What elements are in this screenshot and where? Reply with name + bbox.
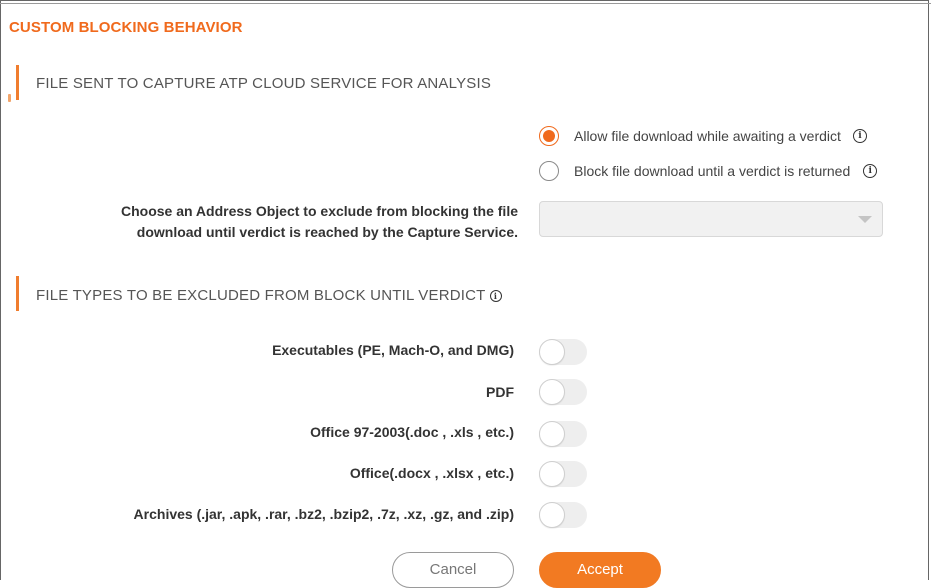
radio-block-download-label: Block file download until a verdict is r…: [574, 163, 851, 179]
toggle-pdf[interactable]: [539, 379, 587, 405]
toggle-office-legacy[interactable]: [539, 421, 587, 447]
section-marker: [8, 94, 11, 102]
info-icon[interactable]: i: [852, 129, 867, 143]
section-accent-bar: [16, 276, 19, 311]
radio-allow-download-label: Allow file download while awaiting a ver…: [574, 128, 841, 144]
frame-divider: [0, 3, 931, 4]
radio-allow-download-button[interactable]: [539, 126, 559, 146]
file-type-label-executables: Executables (PE, Mach-O, and DMG): [272, 342, 514, 358]
chevron-down-icon: [858, 216, 872, 223]
toggle-knob: [539, 421, 565, 447]
radio-block-download-button[interactable]: [539, 161, 559, 181]
file-type-label-office-legacy: Office 97-2003(.doc , .xls , etc.): [310, 424, 514, 440]
section-title-exclusions: FILE TYPES TO BE EXCLUDED FROM BLOCK UNT…: [36, 287, 502, 304]
radio-block-download[interactable]: Block file download until a verdict is r…: [539, 159, 878, 183]
address-object-select[interactable]: [539, 201, 883, 237]
toggle-knob: [539, 461, 565, 487]
info-icon[interactable]: i: [863, 164, 878, 178]
toggle-knob: [539, 339, 565, 365]
info-icon[interactable]: i: [489, 289, 502, 302]
cancel-button[interactable]: Cancel: [392, 552, 514, 588]
section-accent-bar: [16, 65, 19, 100]
page-title: CUSTOM BLOCKING BEHAVIOR: [9, 19, 243, 36]
toggle-executables[interactable]: [539, 339, 587, 365]
file-type-label-office: Office(.docx , .xlsx , etc.): [349, 465, 514, 481]
toggle-knob: [539, 502, 565, 528]
accept-button[interactable]: Accept: [539, 552, 661, 588]
file-type-label-pdf: PDF: [486, 384, 514, 400]
section-title-exclusions-text: FILE TYPES TO BE EXCLUDED FROM BLOCK UNT…: [36, 287, 486, 304]
file-type-label-archives: Archives (.jar, .apk, .rar, .bz2, .bzip2…: [133, 506, 514, 522]
section-title-analysis: FILE SENT TO CAPTURE ATP CLOUD SERVICE F…: [36, 75, 492, 92]
toggle-archives[interactable]: [539, 502, 587, 528]
toggle-knob: [539, 379, 565, 405]
toggle-office[interactable]: [539, 461, 587, 487]
address-object-label: Choose an Address Object to exclude from…: [121, 203, 518, 240]
radio-allow-download[interactable]: Allow file download while awaiting a ver…: [539, 124, 867, 148]
